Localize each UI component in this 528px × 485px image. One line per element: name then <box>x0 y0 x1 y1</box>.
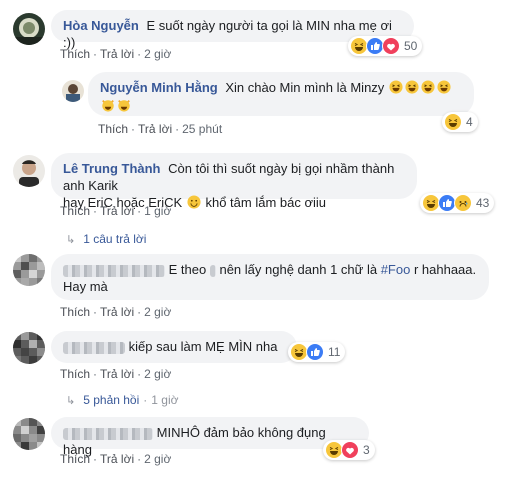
comment-actions: Thích · Trả lời · 2 giờ <box>60 47 172 61</box>
comment-actions: Thích · Trả lời · 1 giờ <box>60 204 172 218</box>
comment-bubble: MINHÔ đảm bảo không đụng hàng <box>51 417 369 457</box>
reaction-summary[interactable]: 11 <box>288 342 346 362</box>
reply-link[interactable]: Trả lời <box>100 305 134 319</box>
like-link[interactable]: Thích <box>60 452 90 466</box>
timestamp[interactable]: 2 giờ <box>144 367 171 381</box>
view-replies-link[interactable]: ↳ 5 phản hồi · 1 giờ <box>66 393 179 407</box>
like-link[interactable]: Thích <box>60 367 90 381</box>
comment-text: kiếp sau làm MẸ MÌN nha <box>128 339 278 354</box>
like-link[interactable]: Thích <box>98 122 128 136</box>
reaction-count: 3 <box>363 443 370 457</box>
timestamp[interactable]: 2 giờ <box>144 47 171 61</box>
comment-actions: Thích · Trả lời · 25 phút <box>98 122 223 136</box>
avatar[interactable] <box>13 155 45 187</box>
avatar[interactable] <box>13 332 45 364</box>
replies-label: 1 câu trả lời <box>83 232 147 246</box>
comment-text: E theo <box>168 262 207 277</box>
love-icon <box>382 37 400 55</box>
reaction-count: 43 <box>476 196 490 210</box>
laughing-emoji-icon <box>437 80 451 94</box>
comment-text-b: nên lấy nghệ danh 1 chữ là <box>219 262 378 277</box>
sad-icon <box>454 194 472 212</box>
laughing-cat-emoji-icon <box>102 100 114 112</box>
reaction-count: 4 <box>466 115 473 129</box>
reaction-count: 50 <box>404 39 418 53</box>
avatar[interactable] <box>13 254 45 286</box>
redacted-mention[interactable] <box>209 264 216 277</box>
replies-label: 5 phản hồi <box>83 393 140 407</box>
hashtag-link[interactable]: #Foo <box>381 262 411 277</box>
view-replies-link[interactable]: ↳ 1 câu trả lời <box>66 232 146 246</box>
comment-bubble: Nguyễn Minh Hằng Xin chào Min mình là Mi… <box>88 72 474 116</box>
reply-link[interactable]: Trả lời <box>100 367 134 381</box>
author-name-redacted[interactable] <box>63 341 125 354</box>
reply-link[interactable]: Trả lời <box>100 204 134 218</box>
comment-actions: Thích · Trả lời · 2 giờ <box>60 367 172 381</box>
comment-text-line2: Hay mà <box>63 279 108 294</box>
laughing-emoji-icon <box>421 80 435 94</box>
reply-arrow-icon: ↳ <box>66 233 76 246</box>
timestamp[interactable]: 1 giờ <box>144 204 171 218</box>
reply-link[interactable]: Trả lời <box>100 47 134 61</box>
reply-link[interactable]: Trả lời <box>100 452 134 466</box>
comment-actions: Thích · Trả lời · 2 giờ <box>60 305 172 319</box>
emoji-row-2 <box>100 97 462 114</box>
comment-text: Xin chào Min mình là Minzy <box>225 80 385 95</box>
reaction-summary[interactable]: 4 <box>442 112 478 132</box>
like-link[interactable]: Thích <box>60 204 90 218</box>
comment-bubble: Lê Trung Thành Còn tôi thì suốt ngày bị … <box>51 153 417 210</box>
like-link[interactable]: Thích <box>60 47 90 61</box>
author-name[interactable]: Lê Trung Thành <box>63 161 161 176</box>
author-name[interactable]: Hòa Nguyễn <box>63 18 139 33</box>
emoji-row <box>388 80 452 95</box>
comment-text-c: r hahhaaa. <box>413 262 477 277</box>
comment-bubble: kiếp sau làm MẸ MÌN nha <box>51 331 297 363</box>
timestamp[interactable]: 2 giờ <box>144 452 171 466</box>
author-name[interactable]: Nguyễn Minh Hằng <box>100 80 218 95</box>
author-name-redacted[interactable] <box>63 427 153 440</box>
replies-time: 1 giờ <box>151 393 179 407</box>
reply-link[interactable]: Trả lời <box>138 122 172 136</box>
reaction-summary[interactable]: 3 <box>323 440 375 460</box>
avatar[interactable] <box>13 13 45 45</box>
comment-actions: Thích · Trả lời · 2 giờ <box>60 452 172 466</box>
love-icon <box>341 441 359 459</box>
reaction-summary[interactable]: 43 <box>420 193 495 213</box>
laughing-cat-emoji-icon <box>118 100 130 112</box>
author-name-redacted[interactable] <box>63 264 165 277</box>
laughing-emoji-icon <box>405 80 419 94</box>
like-link[interactable]: Thích <box>60 305 90 319</box>
timestamp[interactable]: 25 phút <box>182 122 222 136</box>
comment-text-line2b: khổ tâm lắm bác ơiiu <box>205 195 326 210</box>
avatar[interactable] <box>62 80 84 102</box>
like-icon <box>306 343 324 361</box>
comment-bubble: E theo nên lấy nghệ danh 1 chữ là #Foo r… <box>51 254 489 300</box>
smile-emoji-icon <box>187 195 201 209</box>
laughing-emoji-icon <box>389 80 403 94</box>
reply-arrow-icon: ↳ <box>66 394 76 407</box>
timestamp[interactable]: 2 giờ <box>144 305 171 319</box>
reaction-summary[interactable]: 50 <box>348 36 423 56</box>
haha-icon <box>444 113 462 131</box>
reaction-count: 11 <box>328 345 341 359</box>
avatar[interactable] <box>13 418 45 450</box>
